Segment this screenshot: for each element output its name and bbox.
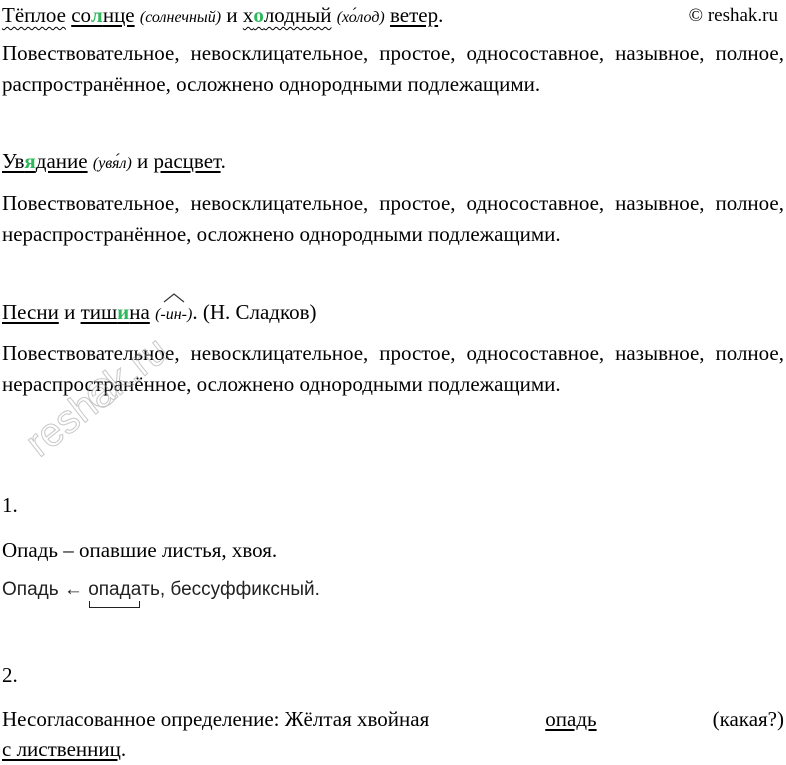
highlight-letter: л — [91, 3, 103, 27]
highlight-letter: и — [117, 300, 130, 324]
description-2: Повествовательное, невосклицательное, пр… — [2, 191, 784, 246]
task-1-definition: Опадь – опавшие листья, хвоя. — [2, 538, 278, 562]
description-3: Повествовательное, невосклицательное, пр… — [2, 341, 784, 396]
note: (увя́л) — [92, 155, 132, 172]
task-2-line-2: с лиственниц. — [2, 737, 127, 761]
description-1: Повествовательное, невосклицательное, пр… — [2, 41, 784, 96]
sentence-1: Тёплое солнце (солнечный) и холодный (хо… — [2, 3, 444, 27]
task-1-parse: Опадь ← опадать, бессуффиксный. — [2, 574, 784, 608]
suffix-mark-icon — [163, 293, 185, 303]
word: Тёплое — [2, 3, 66, 27]
sentence-2: Увядание (увя́л) и расцвет. — [2, 149, 226, 173]
task-1-number: 1. — [2, 493, 18, 517]
task-2-line-1: Несогласованное определение: Жёлтая хвой… — [2, 707, 784, 731]
stem-mark: опада — [88, 574, 141, 608]
highlight-letter: о — [253, 3, 264, 27]
suffix-note: (-ин-) — [155, 293, 192, 330]
sentence-3: Песни и тишина (-ин-). (Н. Сладков) — [2, 293, 784, 330]
highlight-letter: я — [24, 149, 36, 173]
task-2-number: 2. — [2, 663, 18, 687]
note: (хо́лод) — [336, 9, 385, 26]
note: (солнечный) — [139, 9, 222, 26]
